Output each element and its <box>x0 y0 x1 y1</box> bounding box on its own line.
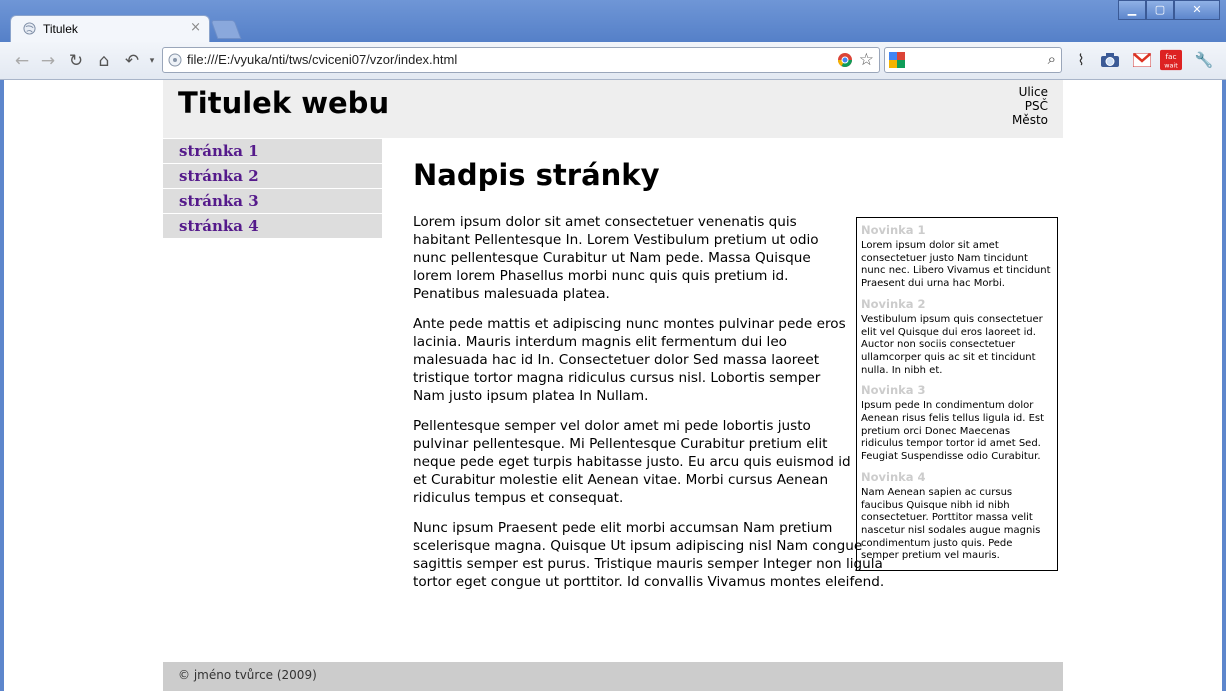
address-bar[interactable]: file:///E:/vyuka/nti/tws/cviceni07/vzor/… <box>162 47 880 73</box>
history-icon[interactable]: ↶ <box>122 51 142 71</box>
site-footer: © jméno tvůrce (2009) <box>163 662 1063 691</box>
menu-link-page-1[interactable]: stránka 1 <box>163 139 382 164</box>
reload-icon[interactable]: ↻ <box>66 51 86 71</box>
window-titlebar: Titulek × ▁ ▢ ✕ <box>0 0 1226 42</box>
news-title-4: Novinka 4 <box>861 469 926 484</box>
forward-icon[interactable]: → <box>38 51 58 71</box>
chrome-icon[interactable] <box>837 52 853 68</box>
address-block: Ulice PSČ Město <box>1012 85 1048 127</box>
site-title: Titulek webu <box>178 86 390 120</box>
search-icon[interactable]: ⌕ <box>1048 50 1056 68</box>
address-zip: PSČ <box>1024 99 1048 113</box>
page-heading: Nadpis stránky <box>413 158 660 192</box>
paragraph-3: Pellentesque semper vel dolor amet mi pe… <box>413 418 851 506</box>
news-title-3: Novinka 3 <box>861 383 926 398</box>
fac-wait-icon[interactable]: fac wait <box>1160 49 1182 71</box>
address-url: file:///E:/vyuka/nti/tws/cviceni07/vzor/… <box>187 52 458 67</box>
bookmark-star-icon[interactable]: ☆ <box>859 50 874 70</box>
wrench-icon[interactable]: 🔧 <box>1193 50 1215 70</box>
home-icon[interactable]: ⌂ <box>94 51 114 71</box>
news-text-3: Ipsum pede In condimentum dolor Aenean r… <box>861 400 1045 463</box>
window-controls: ▁ ▢ ✕ <box>1118 0 1220 20</box>
tab-close-icon[interactable]: × <box>190 20 201 35</box>
paragraph-4: Nunc ipsum Praesent pede elit morbi accu… <box>413 520 885 590</box>
news-title-1: Novinka 1 <box>861 223 926 237</box>
back-icon[interactable]: ← <box>12 51 32 71</box>
news-box: Novinka 1 Lorem ipsum dolor sit amet con… <box>856 217 1058 571</box>
window-frame-left <box>0 80 4 691</box>
news-title-2: Novinka 2 <box>861 296 926 311</box>
site-header: Titulek webu Ulice PSČ Město <box>163 80 1063 138</box>
menu-link-page-3[interactable]: stránka 3 <box>163 189 382 214</box>
svg-text:fac: fac <box>1165 52 1176 61</box>
camera-icon[interactable] <box>1099 50 1121 70</box>
address-street: Ulice <box>1018 85 1048 99</box>
new-tab-button[interactable] <box>210 20 242 39</box>
page-globe-icon <box>23 22 36 35</box>
search-box[interactable]: ⌕ <box>884 47 1062 73</box>
page-viewport: Titulek webu Ulice PSČ Město stránka 1 s… <box>0 80 1226 691</box>
menu-link-page-4[interactable]: stránka 4 <box>163 214 382 239</box>
page-icon <box>168 53 182 67</box>
menu-link-page-2[interactable]: stránka 2 <box>163 164 382 189</box>
side-menu: stránka 1 stránka 2 stránka 3 stránka 4 <box>163 139 382 239</box>
paragraph-1: Lorem ipsum dolor sit amet consectetuer … <box>413 214 819 302</box>
tab-active[interactable]: Titulek × <box>10 15 210 42</box>
svg-text:wait: wait <box>1164 61 1178 69</box>
address-city: Město <box>1011 113 1048 127</box>
minimize-icon[interactable]: ▁ <box>1118 0 1146 20</box>
tab-title: Titulek <box>43 22 78 36</box>
history-dropdown-icon[interactable]: ▾ <box>142 51 162 71</box>
news-text-2: Vestibulum ipsum quis consectetuer elit … <box>861 313 1043 376</box>
pulse-icon[interactable]: ⌇ <box>1070 50 1092 70</box>
window-frame-right <box>1222 80 1226 691</box>
google-icon <box>889 52 905 68</box>
maximize-icon[interactable]: ▢ <box>1146 0 1174 20</box>
news-text-1: Lorem ipsum dolor sit amet consectetuer … <box>861 240 1051 290</box>
close-window-icon[interactable]: ✕ <box>1174 0 1220 20</box>
browser-toolbar: ← → ↻ ⌂ ↶ ▾ file:///E:/vyuka/nti/tws/cvi… <box>0 42 1226 80</box>
news-text-4: Nam Aenean sapien ac cursus faucibus Qui… <box>861 486 1041 562</box>
paragraph-2: Ante pede mattis et adipiscing nunc mont… <box>413 316 846 404</box>
main-content: Nadpis stránky Lorem ipsum dolor sit ame… <box>413 158 884 603</box>
footer-copyright: © jméno tvůrce (2009) <box>178 668 317 682</box>
gmail-icon[interactable] <box>1131 50 1153 70</box>
